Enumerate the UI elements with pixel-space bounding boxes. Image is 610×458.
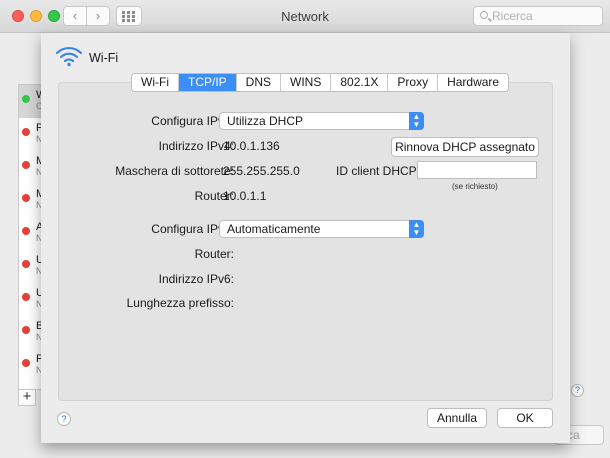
list-item[interactable]: WC [19,85,41,118]
updown-arrows-icon: ▲ ▼ [409,112,424,130]
tab-bar: Wi-Fi TCP/IP DNS WINS 802.1X Proxy Hardware [131,73,510,92]
updown-arrows-icon: ▲ ▼ [409,220,424,238]
configure-ipv6-value: Automaticamente [227,222,321,236]
ok-button[interactable]: OK [497,408,553,428]
tab-tcp-ip[interactable]: TCP/IP [178,74,237,91]
tab-wi-fi[interactable]: Wi-Fi [132,74,179,91]
tcpip-panel: Configura IPv4: Indirizzo IPv4: Maschera… [58,82,553,401]
search-placeholder: Ricerca [492,9,533,23]
dhcp-client-id-field[interactable] [417,161,537,179]
configure-ipv6-popup[interactable]: Automaticamente ▲ ▼ [219,220,424,238]
labels-column: Configura IPv4: Indirizzo IPv4: Maschera… [79,83,234,400]
status-dot-icon [22,326,30,334]
list-item[interactable]: AN [19,217,41,250]
subnet-mask-value: 255.255.255.0 [223,164,300,178]
help-button[interactable]: ? [57,412,71,426]
list-item[interactable]: PN [19,118,41,151]
status-dot-icon [22,260,30,268]
status-dot-icon [22,128,30,136]
tab-802-1x[interactable]: 802.1X [331,74,389,91]
status-dot-icon [22,194,30,202]
list-item[interactable]: UN [19,250,41,283]
status-dot-icon [22,95,30,103]
ipv6-address-label: Indirizzo IPv6: [158,272,234,286]
background-button-label: ca [567,428,580,442]
add-service-button[interactable]: + [18,389,36,406]
interface-name: Wi-Fi [89,51,119,65]
list-item[interactable]: BN [19,316,41,349]
status-dot-icon [22,359,30,367]
router-ipv4-value: 10.0.1.1 [223,189,267,203]
prefix-length-label: Lunghezza prefisso: [126,296,234,310]
background-help-button[interactable]: ? [571,384,584,397]
configure-ipv4-popup[interactable]: Utilizza DHCP ▲ ▼ [219,112,424,130]
list-item[interactable]: MN [19,184,41,217]
configure-ipv4-value: Utilizza DHCP [227,114,304,128]
title-bar: ‹ › Network Ricerca [0,0,610,33]
list-item[interactable]: MN [19,151,41,184]
tab-dns[interactable]: DNS [236,74,281,91]
search-icon [480,11,488,19]
cancel-button[interactable]: Annulla [427,408,487,428]
status-dot-icon [22,227,30,235]
wifi-icon [55,46,83,67]
status-dot-icon [22,293,30,301]
router-ipv6-label: Router: [194,247,234,261]
service-list[interactable]: WCPNMNMNANUNUNBNFN [18,84,42,390]
ipv4-address-value: 10.0.1.136 [223,139,280,153]
list-item[interactable]: FN [19,349,41,382]
dhcp-client-id-label: ID client DHCP: [336,164,421,178]
search-field[interactable]: Ricerca [473,6,603,26]
list-item[interactable]: UN [19,283,41,316]
tab-proxy[interactable]: Proxy [388,74,439,91]
subnet-mask-label: Maschera di sottorete: [115,164,234,178]
advanced-settings-sheet: Wi-Fi Wi-Fi TCP/IP DNS WINS 802.1X Proxy Hardw… [41,33,570,443]
status-dot-icon [22,161,30,169]
renew-dhcp-button[interactable]: Rinnova DHCP assegnato [391,137,539,157]
tab-wins[interactable]: WINS [281,74,332,91]
dhcp-client-id-hint: (se richiesto) [452,182,498,191]
tab-hardware[interactable]: Hardware [438,74,509,91]
